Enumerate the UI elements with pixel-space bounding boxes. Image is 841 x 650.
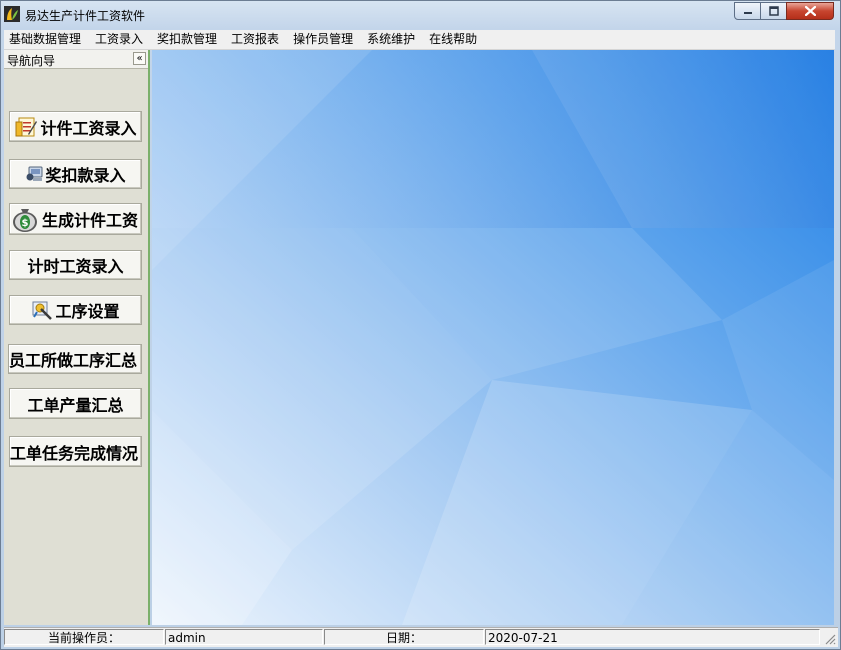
nav-button-employee-process-summary[interactable]: 员工所做工序汇总 [8, 344, 142, 374]
main-workspace [152, 50, 834, 625]
close-button[interactable] [786, 2, 834, 20]
operator-value: admin [165, 629, 323, 645]
nav-title: 导航向导 [7, 54, 56, 68]
nav-header: 导航向导 « [4, 50, 148, 69]
menu-wage-report[interactable]: 工资报表 [224, 30, 286, 49]
maximize-icon [768, 6, 779, 16]
nav-button-label: 奖扣款录入 [45, 166, 126, 185]
nav-panel: 导航向导 « 计件工资录入 奖扣款录入 $ 生成计件工资 计时工资录入 工序设置… [4, 50, 150, 625]
close-icon [804, 6, 816, 16]
money-bag-icon: $ [13, 209, 37, 232]
title-bar[interactable]: 易达生产计件工资软件 [1, 1, 840, 29]
nav-button-label: 员工所做工序汇总 [9, 351, 138, 370]
menu-wage-entry[interactable]: 工资录入 [88, 30, 150, 49]
nav-button-label: 计时工资录入 [27, 257, 124, 276]
nav-button-work-order-completion[interactable]: 工单任务完成情况 [9, 436, 142, 467]
app-window: 易达生产计件工资软件 基础数据管理 工资录入 奖扣款管理 工资报表 操作员管理 … [0, 0, 841, 650]
minimize-button[interactable] [734, 2, 761, 20]
svg-text:$: $ [22, 218, 29, 229]
nav-button-generate-piece-wage[interactable]: $ 生成计件工资 [9, 203, 142, 235]
nav-button-label: 生成计件工资 [42, 211, 139, 230]
keyboard-icon [26, 166, 43, 181]
menu-online-help[interactable]: 在线帮助 [422, 30, 484, 49]
nav-button-label: 工单产量汇总 [27, 395, 124, 415]
window-title: 易达生产计件工资软件 [25, 9, 146, 23]
nav-button-piece-wage-entry[interactable]: 计件工资录入 [9, 111, 142, 142]
nav-button-label: 工单任务完成情况 [10, 443, 139, 463]
date-label: 日期： [324, 629, 484, 645]
menu-operator-management[interactable]: 操作员管理 [286, 30, 360, 49]
menu-system-maintenance[interactable]: 系统维护 [360, 30, 422, 49]
desktop-background [152, 50, 834, 625]
nav-button-label: 工序设置 [55, 302, 120, 321]
nav-button-hourly-wage-entry[interactable]: 计时工资录入 [9, 250, 142, 280]
status-bar: 当前操作员： admin 日期： 2020-07-21 [4, 627, 838, 647]
nav-button-process-settings[interactable]: 工序设置 [9, 295, 142, 325]
settings-wand-icon [32, 301, 53, 320]
nav-button-bonus-deduction-entry[interactable]: 奖扣款录入 [9, 159, 142, 189]
collapse-button[interactable]: « [133, 52, 146, 65]
menu-bonus-deduction[interactable]: 奖扣款管理 [150, 30, 224, 49]
form-edit-icon [15, 117, 38, 136]
nav-button-label: 计件工资录入 [40, 118, 137, 138]
maximize-button[interactable] [760, 2, 787, 20]
resize-grip-icon[interactable] [824, 633, 836, 645]
leaf-logo-icon [4, 6, 20, 22]
operator-label: 当前操作员： [4, 629, 164, 645]
date-value: 2020-07-21 [485, 629, 820, 645]
menu-basic-data[interactable]: 基础数据管理 [4, 30, 88, 49]
nav-button-work-order-output-summary[interactable]: 工单产量汇总 [9, 388, 142, 419]
menu-bar: 基础数据管理 工资录入 奖扣款管理 工资报表 操作员管理 系统维护 在线帮助 [4, 30, 835, 50]
minimize-icon [743, 12, 752, 14]
